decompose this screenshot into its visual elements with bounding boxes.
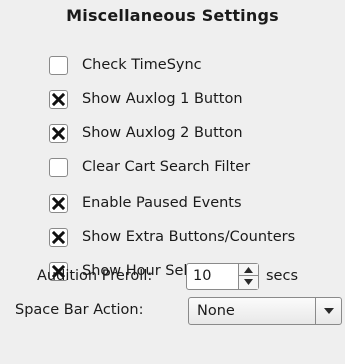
checkbox-label: Clear Cart Search Filter — [82, 159, 251, 175]
space-bar-action-value: None — [197, 303, 235, 319]
checkbox-box[interactable] — [49, 193, 68, 213]
checkbox-label: Enable Paused Events — [82, 195, 242, 211]
checkbox-label: Check TimeSync — [82, 57, 202, 73]
checkbox-show-extra-buttons-counters[interactable]: Show Extra Buttons/Counters — [49, 227, 295, 247]
down-arrow-icon[interactable] — [239, 276, 258, 288]
checkbox-show-auxlog1-button[interactable]: Show Auxlog 1 Button — [49, 89, 243, 109]
audition-preroll-value[interactable]: 10 — [193, 268, 211, 284]
x-mark-icon — [52, 126, 65, 140]
checkbox-box[interactable] — [49, 89, 68, 109]
checkbox-box[interactable] — [49, 55, 68, 75]
x-mark-icon — [52, 196, 65, 210]
checkbox-box[interactable] — [49, 227, 68, 247]
checkbox-label: Show Extra Buttons/Counters — [82, 229, 296, 245]
space-bar-action-select[interactable]: None — [188, 297, 342, 325]
checkbox-check-timesync[interactable]: Check TimeSync — [49, 55, 202, 75]
checkbox-enable-paused-events[interactable]: Enable Paused Events — [49, 193, 242, 213]
x-mark-icon — [52, 92, 65, 106]
checkbox-label: Show Auxlog 2 Button — [82, 125, 243, 141]
up-arrow-icon[interactable] — [239, 264, 258, 276]
checkbox-show-auxlog2-button[interactable]: Show Auxlog 2 Button — [49, 123, 243, 143]
audition-preroll-label: Audition Preroll: — [37, 268, 153, 284]
preroll-unit-label: secs — [266, 268, 299, 284]
checkbox-label: Show Auxlog 1 Button — [82, 91, 243, 107]
spin-buttons — [238, 264, 258, 289]
audition-preroll-spinbox[interactable]: 10 — [186, 263, 259, 290]
checkbox-clear-cart-search-filter[interactable]: Clear Cart Search Filter — [49, 157, 250, 177]
checkbox-box[interactable] — [49, 123, 68, 143]
misc-settings-panel: Miscellaneous Settings Check TimeSync Sh… — [0, 0, 345, 364]
x-mark-icon — [52, 230, 65, 244]
chevron-down-icon[interactable] — [315, 298, 341, 324]
space-bar-action-label: Space Bar Action: — [15, 302, 144, 318]
section-title: Miscellaneous Settings — [66, 6, 279, 25]
checkbox-box[interactable] — [49, 157, 68, 177]
